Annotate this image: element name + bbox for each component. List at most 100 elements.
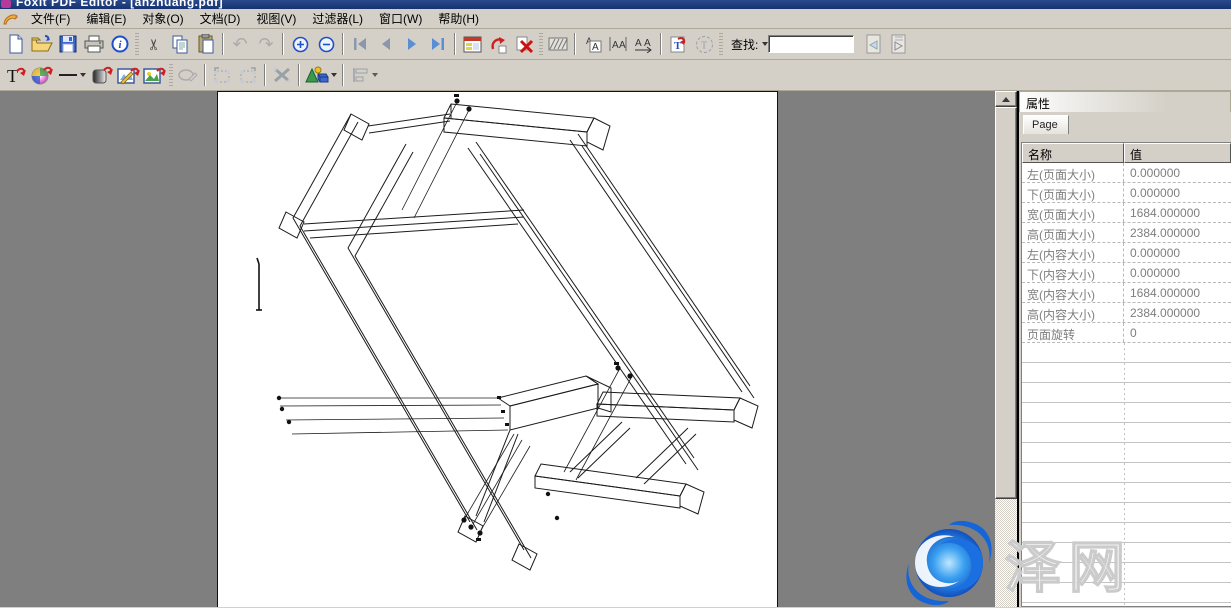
tab-page[interactable]: Page <box>1023 115 1069 134</box>
menu-filter[interactable]: 过滤器(L) <box>304 8 371 30</box>
find-input[interactable] <box>768 35 854 53</box>
shapes-tool-button[interactable] <box>303 63 339 88</box>
text-circle-button[interactable]: T <box>691 32 717 57</box>
column-header-value[interactable]: 值 <box>1124 143 1231 163</box>
redo-icon: ↷ <box>258 35 273 53</box>
zoom-out-button[interactable] <box>313 32 339 57</box>
properties-panel-title: 属性 <box>1019 91 1231 112</box>
save-button[interactable] <box>55 32 81 57</box>
empty-rows-area <box>1022 343 1231 606</box>
prop-value[interactable]: 0 <box>1124 323 1231 342</box>
zoom-in-icon <box>292 36 309 53</box>
find-prev-page-button[interactable] <box>860 32 886 57</box>
column-header-name[interactable]: 名称 <box>1022 143 1124 163</box>
table-row[interactable]: 页面旋转0 <box>1022 323 1231 343</box>
toolbar-separator <box>298 64 300 86</box>
document-info-button[interactable]: i <box>107 32 133 57</box>
line-style-dropdown-icon[interactable] <box>80 73 86 77</box>
import-rotate-button[interactable] <box>485 32 511 57</box>
table-row[interactable]: 宽(内容大小)1684.000000 <box>1022 283 1231 303</box>
delete-page-button[interactable] <box>511 32 537 57</box>
document-canvas[interactable] <box>0 91 995 607</box>
toolbar-separator <box>660 33 662 55</box>
rotate-object-left-button[interactable] <box>209 63 235 88</box>
delete-object-button[interactable] <box>269 63 295 88</box>
add-image-button[interactable] <box>141 63 167 88</box>
undo-button[interactable]: ↶ <box>227 32 253 57</box>
cut-button[interactable]: ✂ <box>141 32 167 57</box>
line-style-button[interactable] <box>55 63 89 88</box>
add-text-icon: T <box>5 65 27 85</box>
scroll-up-button[interactable] <box>995 91 1017 107</box>
prev-page-button[interactable] <box>373 32 399 57</box>
font-replace-button[interactable]: AA <box>579 32 605 57</box>
form-window-button[interactable] <box>459 32 485 57</box>
table-row[interactable]: 下(页面大小)0.000000 <box>1022 183 1231 203</box>
menu-help[interactable]: 帮助(H) <box>430 8 487 30</box>
table-row[interactable]: 左(页面大小)0.000000 <box>1022 163 1231 183</box>
find-next-page-button[interactable] <box>886 32 912 57</box>
menu-edit[interactable]: 编辑(E) <box>78 8 134 30</box>
copy-icon <box>171 35 189 54</box>
prop-value[interactable]: 0.000000 <box>1124 183 1231 202</box>
toolbar-grip[interactable] <box>169 64 173 86</box>
next-page-button[interactable] <box>399 32 425 57</box>
rotate-object-right-button[interactable] <box>235 63 261 88</box>
font-narrow-button[interactable]: AA <box>605 32 631 57</box>
prop-value[interactable]: 0.000000 <box>1124 243 1231 262</box>
document-menu-icon[interactable] <box>2 11 20 27</box>
new-document-button[interactable] <box>3 32 29 57</box>
menu-view[interactable]: 视图(V) <box>248 8 304 30</box>
prop-value[interactable]: 1684.000000 <box>1124 203 1231 222</box>
shapes-tool-icon <box>305 65 329 85</box>
paste-button[interactable] <box>193 32 219 57</box>
print-button[interactable] <box>81 32 107 57</box>
edit-image-button[interactable] <box>115 63 141 88</box>
vertical-scrollbar[interactable] <box>995 91 1017 607</box>
form-window-icon <box>463 36 482 53</box>
redo-button[interactable]: ↷ <box>253 32 279 57</box>
align-dropdown-icon[interactable] <box>372 73 378 77</box>
toolbar-separator <box>282 33 284 55</box>
add-shading-button[interactable] <box>89 63 115 88</box>
hatch-pattern-button[interactable] <box>545 32 571 57</box>
menu-file[interactable]: 文件(F) <box>23 8 78 30</box>
toolbar-grip[interactable] <box>719 33 723 55</box>
open-file-button[interactable] <box>29 32 55 57</box>
prop-value[interactable]: 0.000000 <box>1124 263 1231 282</box>
toolbar-separator <box>222 33 224 55</box>
text-export-button[interactable]: T <box>665 32 691 57</box>
prop-value[interactable]: 2384.000000 <box>1124 303 1231 322</box>
delete-object-icon <box>271 65 293 85</box>
prop-value[interactable]: 0.000000 <box>1124 163 1231 182</box>
add-text-button[interactable]: T <box>3 63 29 88</box>
edit-path-button[interactable] <box>175 63 201 88</box>
menu-document[interactable]: 文档(D) <box>192 8 249 30</box>
toolbar-grip[interactable] <box>135 33 139 55</box>
add-image-icon <box>143 65 166 86</box>
pdf-page[interactable] <box>217 91 778 607</box>
last-page-button[interactable] <box>425 32 451 57</box>
toolbar-grip[interactable] <box>539 33 543 55</box>
add-color-button[interactable] <box>29 63 55 88</box>
table-row[interactable]: 下(内容大小)0.000000 <box>1022 263 1231 283</box>
font-widen-button[interactable]: AA <box>631 32 657 57</box>
table-row[interactable]: 左(内容大小)0.000000 <box>1022 243 1231 263</box>
menu-object[interactable]: 对象(O) <box>134 8 191 30</box>
align-tool-icon <box>352 66 370 84</box>
zoom-in-button[interactable] <box>287 32 313 57</box>
table-row[interactable]: 高(内容大小)2384.000000 <box>1022 303 1231 323</box>
table-row[interactable]: 高(页面大小)2384.000000 <box>1022 223 1231 243</box>
prop-value[interactable]: 1684.000000 <box>1124 283 1231 302</box>
scrollbar-thumb[interactable] <box>995 107 1017 499</box>
application-window: Foxit PDF Editor - [anzhuang.pdf] 文件(F) … <box>0 0 1231 608</box>
align-tool-button[interactable] <box>347 63 383 88</box>
prop-value[interactable]: 2384.000000 <box>1124 223 1231 242</box>
svg-text:T: T <box>701 40 707 51</box>
first-page-button[interactable] <box>347 32 373 57</box>
menu-window[interactable]: 窗口(W) <box>371 8 430 30</box>
copy-button[interactable] <box>167 32 193 57</box>
shapes-dropdown-icon[interactable] <box>331 73 337 77</box>
window-title: Foxit PDF Editor - [anzhuang.pdf] <box>16 0 1231 9</box>
table-row[interactable]: 宽(页面大小)1684.000000 <box>1022 203 1231 223</box>
